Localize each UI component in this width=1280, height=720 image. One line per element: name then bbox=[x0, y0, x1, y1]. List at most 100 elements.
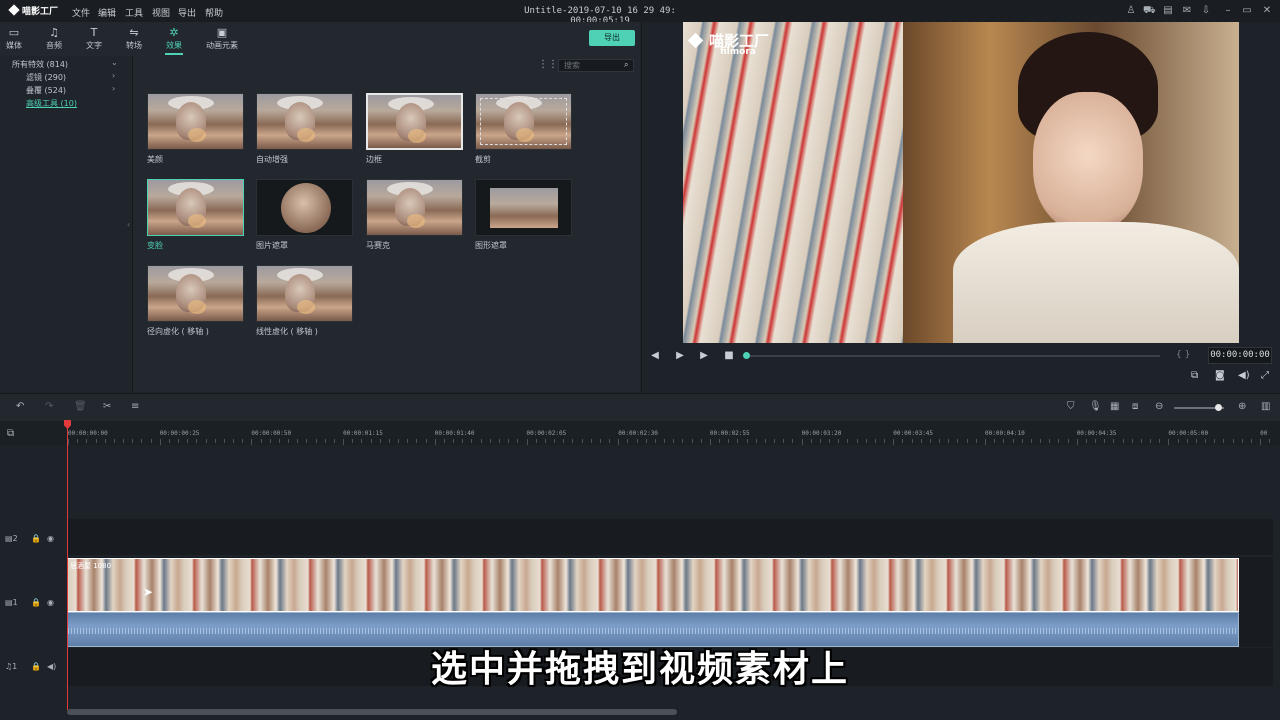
display-settings-icon[interactable]: ⧉ bbox=[1191, 370, 1198, 381]
ruler-tick-mark bbox=[874, 439, 876, 443]
maximize-icon[interactable]: ▭ bbox=[1241, 5, 1253, 17]
effect-item-mosaic[interactable]: 马赛克 bbox=[366, 179, 463, 251]
record-voice-icon[interactable]: 🎙 bbox=[1089, 401, 1102, 412]
lock-icon[interactable]: 🔒 bbox=[31, 534, 41, 543]
fullscreen-icon[interactable]: ⤢ bbox=[1261, 370, 1269, 381]
chevron-right-icon[interactable]: › bbox=[112, 84, 115, 93]
zoom-slider-handle[interactable] bbox=[1215, 404, 1222, 411]
effect-item-auto-enhance[interactable]: 自动增强 bbox=[256, 93, 353, 165]
effect-label: 变脸 bbox=[147, 241, 163, 250]
mark-in-out[interactable]: { } bbox=[1176, 350, 1190, 360]
ruler-tick-mark bbox=[636, 439, 638, 443]
menu-edit[interactable]: 编辑 bbox=[98, 6, 116, 19]
video-track-2[interactable] bbox=[67, 519, 1273, 555]
download-icon[interactable]: ⇩ bbox=[1200, 5, 1212, 17]
ruler-tick-label: 00:00:05:00 bbox=[1168, 430, 1209, 437]
effect-item-image-mask[interactable]: 图片遮罩 bbox=[256, 179, 353, 251]
tab-text[interactable]: T 文字 bbox=[74, 26, 114, 51]
ruler-tick-label: 00:00:00:50 bbox=[251, 430, 292, 437]
effect-item-face-off[interactable]: 变脸 bbox=[147, 179, 244, 251]
marker-icon[interactable]: ⛉ bbox=[1067, 401, 1075, 412]
tab-audio[interactable]: ♫ 音频 bbox=[34, 26, 74, 51]
scrubber-handle[interactable] bbox=[743, 352, 750, 359]
eye-icon[interactable]: ◉ bbox=[47, 598, 54, 607]
ruler-tick-mark bbox=[1250, 439, 1252, 443]
effect-item-border[interactable]: 边框 bbox=[366, 93, 463, 165]
save-icon[interactable]: ▤ bbox=[1162, 5, 1174, 17]
ruler-tick-mark bbox=[1269, 439, 1271, 443]
ruler-tick-mark bbox=[425, 439, 427, 443]
mixer-icon[interactable]: ▦ bbox=[1110, 401, 1119, 412]
ruler-tick-mark bbox=[746, 439, 748, 443]
grid-view-icon[interactable]: ⋮⋮ bbox=[538, 60, 558, 70]
undo-icon[interactable]: ↶ bbox=[16, 401, 24, 412]
adjust-icon[interactable]: ≡ bbox=[131, 401, 139, 412]
volume-icon[interactable]: ◀) bbox=[1238, 370, 1250, 381]
tab-elements[interactable]: ▣ 动画元素 bbox=[198, 26, 246, 51]
menu-help[interactable]: 帮助 bbox=[205, 6, 223, 19]
elements-icon: ▣ bbox=[216, 26, 228, 39]
tab-effects[interactable]: ✲ 效果 bbox=[154, 26, 194, 55]
menu-file[interactable]: 文件 bbox=[72, 6, 90, 19]
tab-media[interactable]: ▭ 媒体 bbox=[0, 26, 34, 51]
eye-icon[interactable]: ◉ bbox=[47, 534, 54, 543]
ruler-tick-mark bbox=[1058, 439, 1060, 443]
ruler-tick-mark bbox=[847, 439, 849, 443]
tree-item-advanced[interactable]: 高级工具 (10) bbox=[26, 98, 77, 109]
search-input[interactable]: 搜索 bbox=[558, 59, 634, 72]
cart-icon[interactable]: ⛟ bbox=[1143, 5, 1156, 17]
effect-thumbnail bbox=[147, 93, 244, 150]
ruler-tick-mark bbox=[1232, 439, 1234, 443]
tab-label: 动画元素 bbox=[206, 41, 238, 50]
menu-export[interactable]: 导出 bbox=[178, 6, 196, 19]
account-icon[interactable]: ♙ bbox=[1125, 5, 1137, 17]
delete-icon[interactable]: 🗑 bbox=[74, 401, 87, 412]
zoom-in-icon[interactable]: ⊕ bbox=[1238, 401, 1246, 412]
minimize-icon[interactable]: – bbox=[1222, 5, 1234, 17]
effect-item-linear-blur[interactable]: 线性虚化 ( 移轴 ) bbox=[256, 265, 353, 337]
effect-item-crop[interactable]: 截剪 bbox=[475, 93, 572, 165]
track-number: 2 bbox=[12, 534, 18, 543]
step-forward-icon[interactable]: ▶ bbox=[674, 350, 686, 361]
add-track-icon[interactable]: ⧉ bbox=[7, 428, 14, 439]
tree-item-overlays[interactable]: 叠覆 (524) bbox=[26, 85, 66, 96]
stop-icon[interactable]: ■ bbox=[723, 350, 735, 361]
chevron-right-icon[interactable]: › bbox=[112, 71, 115, 80]
effect-label: 美颜 bbox=[147, 155, 163, 164]
menu-tools[interactable]: 工具 bbox=[125, 6, 143, 19]
effect-label: 边框 bbox=[366, 155, 382, 164]
collapse-panel-icon[interactable]: ‹ bbox=[127, 220, 130, 229]
timeline-scrollbar[interactable] bbox=[67, 709, 677, 715]
ruler-tick-mark bbox=[517, 439, 519, 443]
mail-icon[interactable]: ✉ bbox=[1181, 5, 1193, 17]
filmora-window: 喵影工厂 文件 编辑 工具 视图 导出 帮助 Untitle-2019-07-1… bbox=[0, 0, 1280, 720]
ruler-tick-mark bbox=[113, 439, 115, 443]
close-icon[interactable]: ✕ bbox=[1261, 5, 1273, 17]
text-icon: T bbox=[90, 26, 98, 39]
lock-icon[interactable]: 🔒 bbox=[31, 598, 41, 607]
effect-item-shape-mask[interactable]: 图形遮罩 bbox=[475, 179, 572, 251]
ruler-tick-mark bbox=[911, 439, 913, 443]
snapshot-icon[interactable]: ◙ bbox=[1215, 370, 1225, 381]
chevron-down-icon[interactable]: ⌄ bbox=[111, 58, 118, 67]
zoom-out-icon[interactable]: ⊖ bbox=[1155, 401, 1163, 412]
export-button[interactable]: 导出 bbox=[589, 30, 635, 46]
tab-transitions[interactable]: ⇋ 转场 bbox=[114, 26, 154, 51]
ruler-tick-mark bbox=[297, 439, 299, 443]
columns-icon[interactable]: ▥ bbox=[1261, 401, 1270, 412]
playback-scrubber[interactable] bbox=[745, 355, 1160, 357]
video-clip[interactable] bbox=[67, 558, 1239, 612]
ruler-tick-mark bbox=[214, 439, 216, 443]
menu-view[interactable]: 视图 bbox=[152, 6, 170, 19]
cut-icon[interactable]: ✂ bbox=[103, 401, 111, 412]
search-icon[interactable]: ⌕ bbox=[624, 60, 628, 70]
tree-item-filters[interactable]: 滤镜 (290) bbox=[26, 72, 66, 83]
effect-item-radial-blur[interactable]: 径向虚化 ( 移轴 ) bbox=[147, 265, 244, 337]
tree-item-all[interactable]: 所有特效 (814) bbox=[12, 59, 68, 70]
ruler-tick-mark bbox=[673, 439, 675, 443]
play-icon[interactable]: ▶ bbox=[698, 350, 710, 361]
step-back-icon[interactable]: ◀ bbox=[649, 350, 661, 361]
pip-icon[interactable]: ⧈ bbox=[1132, 401, 1138, 412]
redo-icon[interactable]: ↷ bbox=[45, 401, 53, 412]
effect-item-beauty[interactable]: 美颜 bbox=[147, 93, 244, 165]
